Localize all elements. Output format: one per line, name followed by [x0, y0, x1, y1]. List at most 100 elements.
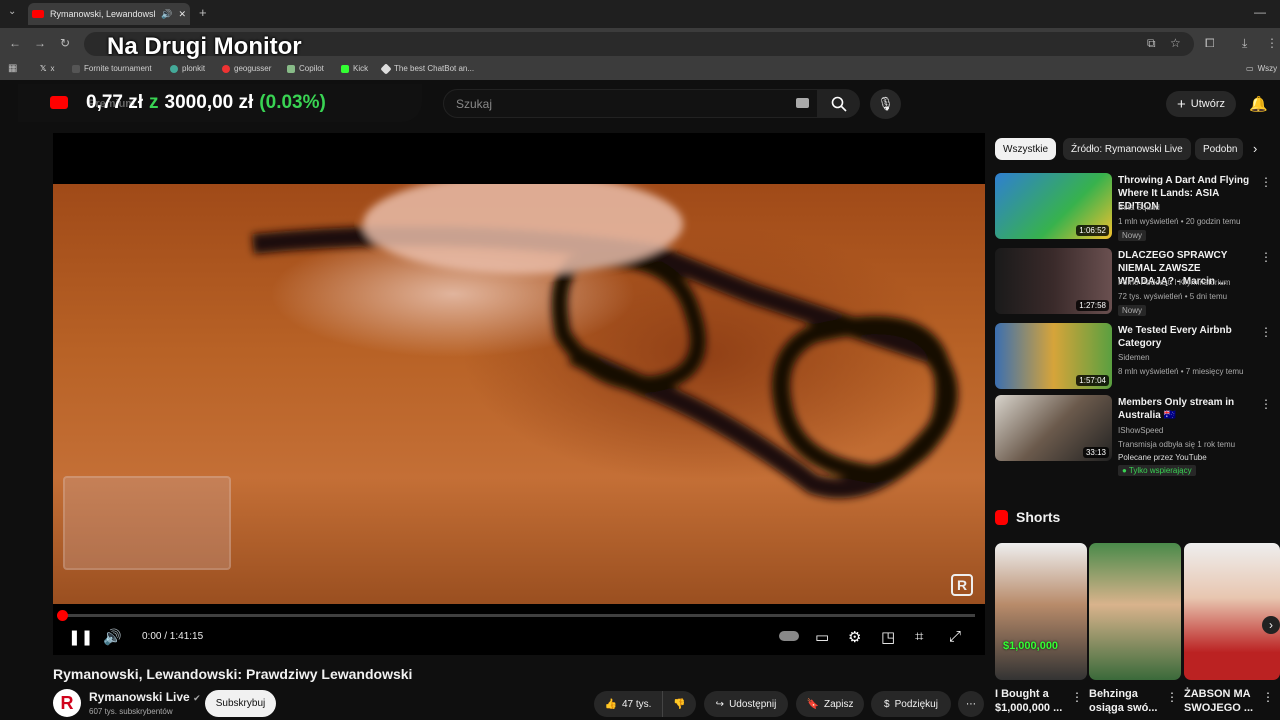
create-button[interactable]: + Utwórz — [1166, 91, 1236, 117]
channel-avatar[interactable]: R — [53, 689, 81, 717]
video-thumbnail[interactable]: 1:57:04 — [995, 323, 1112, 389]
like-button[interactable]: 👍 47 tys. — [594, 691, 662, 717]
folder-icon: ▭ — [1246, 64, 1254, 73]
save-button[interactable]: 🔖 Zapisz — [796, 691, 864, 717]
new-badge: Nowy — [1118, 230, 1147, 241]
shorts-heading-text: Shorts — [1016, 509, 1061, 525]
settings-gear-icon[interactable]: ⚙ — [848, 628, 861, 646]
volume-icon[interactable]: 🔊 — [103, 628, 122, 646]
bookmark-folder-all[interactable]: ▭ Wszy — [1246, 64, 1277, 73]
profile-icon[interactable]: ⋮ — [1266, 36, 1278, 50]
short-title[interactable]: Behzinga osiąga swó... — [1089, 687, 1164, 715]
tab-close-icon[interactable]: ✕ — [178, 9, 186, 20]
recommendation-item[interactable]: 1:06:52 Throwing A Dart And Flying Where… — [995, 173, 1280, 241]
rec-channel[interactable]: Beta Squad — [1118, 203, 1160, 212]
autoplay-toggle[interactable] — [779, 631, 799, 641]
search-button[interactable] — [818, 89, 860, 118]
bookmark-label: x — [50, 64, 55, 73]
bookmark-copilot[interactable]: Copilot — [287, 64, 324, 73]
tab-search-icon[interactable]: ⌄ — [8, 6, 16, 17]
video-thumbnail[interactable]: 1:27:58 — [995, 248, 1112, 314]
rec-channel[interactable]: IShowSpeed — [1118, 426, 1163, 435]
back-icon[interactable]: ← — [9, 36, 21, 50]
apps-grid-icon[interactable]: ▦ — [8, 63, 17, 74]
channel-name[interactable]: Rymanowski Live ✔ — [89, 690, 201, 704]
rec-channel[interactable]: Fomo Pødcast. I Kryminatorium — [1118, 278, 1230, 287]
notifications-bell-icon[interactable]: 🔔 — [1249, 95, 1268, 113]
new-tab-icon[interactable]: + — [199, 5, 207, 20]
recommendation-item[interactable]: 1:27:58 DLACZEGO SPRAWCY NIEMAL ZAWSZE W… — [995, 248, 1280, 316]
tab-audio-icon[interactable]: 🔊 — [161, 9, 172, 20]
subtitles-icon[interactable]: ▭ — [815, 628, 829, 646]
bookmark-plonkit[interactable]: plonkit — [170, 64, 205, 73]
short-thumbnail[interactable] — [1184, 543, 1280, 680]
members-only-text: Tylko wspierający — [1128, 466, 1192, 475]
short-thumbnail[interactable] — [1089, 543, 1181, 680]
install-icon[interactable]: ⧉ — [1147, 36, 1156, 51]
rec-title[interactable]: We Tested Every Airbnb Category — [1118, 324, 1258, 350]
search-placeholder: Szukaj — [456, 97, 493, 111]
minimize-icon[interactable]: — — [1254, 5, 1266, 19]
bookmark-x[interactable]: 𝕏x — [40, 64, 54, 73]
more-vert-icon[interactable]: ⋮ — [1260, 397, 1272, 411]
more-vert-icon[interactable]: ⋮ — [1071, 690, 1083, 704]
chevron-right-icon[interactable]: › — [1253, 141, 1257, 156]
video-frame[interactable]: R — [53, 184, 985, 604]
short-title[interactable]: ŻABSON MA SWOJEGO ... — [1184, 687, 1259, 715]
voice-search-button[interactable]: 🎙 — [870, 89, 901, 119]
bookmark-kick[interactable]: Kick — [341, 64, 368, 73]
fullscreen-icon[interactable]: ⤢ — [949, 628, 961, 645]
share-button[interactable]: ↪ Udostępnij — [704, 691, 788, 717]
bookmark-star-icon[interactable]: ☆ — [1170, 36, 1181, 50]
video-thumbnail[interactable]: 1:06:52 — [995, 173, 1112, 239]
more-actions-button[interactable]: ⋯ — [958, 691, 984, 717]
bookmark-label: Kick — [353, 64, 369, 73]
forward-icon[interactable]: → — [34, 36, 46, 50]
tab-title: Rymanowski, Lewandowski — [50, 9, 156, 19]
browser-tab-active[interactable]: Rymanowski, Lewandowski 🔊 ✕ — [28, 3, 190, 25]
progress-bar[interactable] — [61, 614, 975, 617]
cast-icon[interactable]: ⌗ — [915, 628, 923, 645]
video-thumbnail[interactable]: 33:13 — [995, 395, 1112, 461]
more-vert-icon[interactable]: ⋮ — [1262, 690, 1274, 704]
subscribe-button[interactable]: Subskrybuj — [205, 690, 276, 717]
bookmark-label: Wszy — [1257, 64, 1278, 73]
rec-channel[interactable]: Sidemen — [1118, 353, 1150, 362]
download-icon[interactable]: ⤓ — [1242, 36, 1247, 51]
short-title[interactable]: I Bought a $1,000,000 ... — [995, 687, 1070, 715]
channel-watermark-icon[interactable]: R — [951, 574, 973, 596]
extensions-icon[interactable]: ⧠ — [1205, 36, 1215, 51]
dislike-button[interactable]: 👎 — [662, 691, 696, 717]
more-vert-icon[interactable]: ⋮ — [1260, 325, 1272, 339]
youtube-logo-icon[interactable] — [50, 96, 68, 109]
money-goal: 3000,00 zł — [164, 92, 254, 113]
preview-thumbnail — [63, 476, 231, 570]
keyboard-icon[interactable] — [796, 98, 809, 108]
thanks-button[interactable]: $ Podziękuj — [871, 691, 951, 717]
recommendation-item[interactable]: 1:57:04 We Tested Every Airbnb Category … — [995, 323, 1280, 391]
save-label: Zapisz — [824, 698, 854, 710]
overlay-title: Na Drugi Monitor — [107, 33, 302, 60]
money-percent: (0.03%) — [259, 92, 326, 113]
progress-scrubber[interactable] — [57, 610, 68, 621]
rec-title[interactable]: Members Only stream in Australia 🇦🇺 — [1118, 396, 1258, 422]
reload-icon[interactable]: ↻ — [60, 36, 70, 50]
members-only-badge: ● Tylko wspierający — [1118, 465, 1196, 476]
miniplayer-icon[interactable]: ◳ — [881, 628, 895, 646]
bookmark-chatbot[interactable]: The best ChatBot an... — [380, 62, 474, 75]
bookmark-fornite[interactable]: Fornite tournament — [72, 64, 152, 73]
shorts-logo-icon — [995, 509, 1008, 525]
chip-source[interactable]: Źródło: Rymanowski Live — [1063, 138, 1191, 160]
pause-icon[interactable]: ❚❚ — [68, 628, 93, 646]
more-vert-icon[interactable]: ⋮ — [1166, 690, 1178, 704]
bookmark-geogusser[interactable]: geogusser — [222, 64, 271, 73]
more-vert-icon[interactable]: ⋮ — [1260, 250, 1272, 264]
shorts-next-chevron-icon[interactable]: › — [1262, 616, 1280, 634]
chip-similar[interactable]: Podobn — [1195, 138, 1243, 160]
search-input[interactable]: Szukaj — [443, 89, 818, 118]
chip-all[interactable]: Wszystkie — [995, 138, 1056, 160]
recommendation-item[interactable]: 33:13 Members Only stream in Australia 🇦… — [995, 395, 1280, 480]
short-thumbnail[interactable]: $1,000,000 — [995, 543, 1087, 680]
bookmark-favicon-icon — [287, 64, 295, 73]
more-vert-icon[interactable]: ⋮ — [1260, 175, 1272, 189]
